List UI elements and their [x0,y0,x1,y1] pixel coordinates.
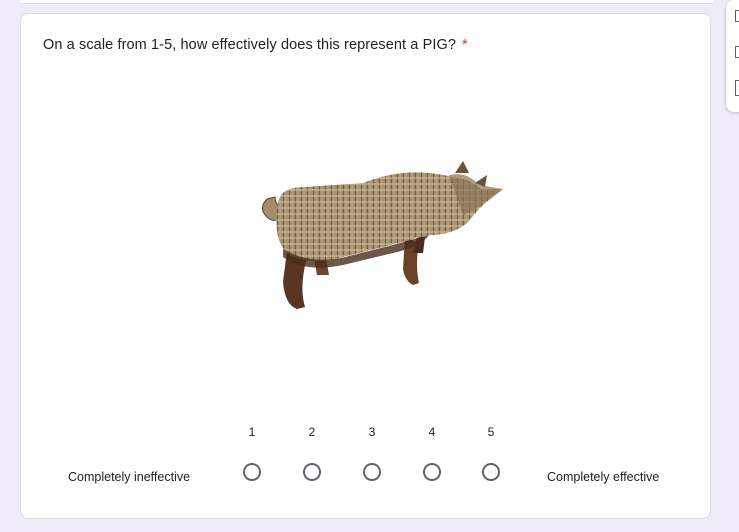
question-title: On a scale from 1-5, how effectively doe… [43,37,468,53]
previous-card-edge [20,0,713,4]
scale-low-label: Completely ineffective [68,470,191,484]
scale-number-3: 3 [368,425,376,439]
question-text: On a scale from 1-5, how effectively doe… [43,37,457,53]
radio-option-2[interactable] [303,463,321,481]
radio-option-4[interactable] [423,463,441,481]
side-toolbar [726,0,739,112]
scale-number-5: 5 [487,425,495,439]
add-section-icon[interactable] [735,80,739,96]
scale-number-4: 4 [428,425,436,439]
scale-high-label: Completely effective [547,470,660,484]
radio-option-5[interactable] [482,463,500,481]
add-title-icon[interactable] [735,46,739,58]
add-question-icon[interactable] [735,10,739,22]
scale-number-2: 2 [308,425,316,439]
pig-figure-image [253,157,503,317]
question-card: On a scale from 1-5, how effectively doe… [20,13,711,519]
scale-number-1: 1 [248,425,256,439]
required-asterisk: * [462,37,468,53]
radio-option-3[interactable] [363,463,381,481]
radio-option-1[interactable] [243,463,261,481]
